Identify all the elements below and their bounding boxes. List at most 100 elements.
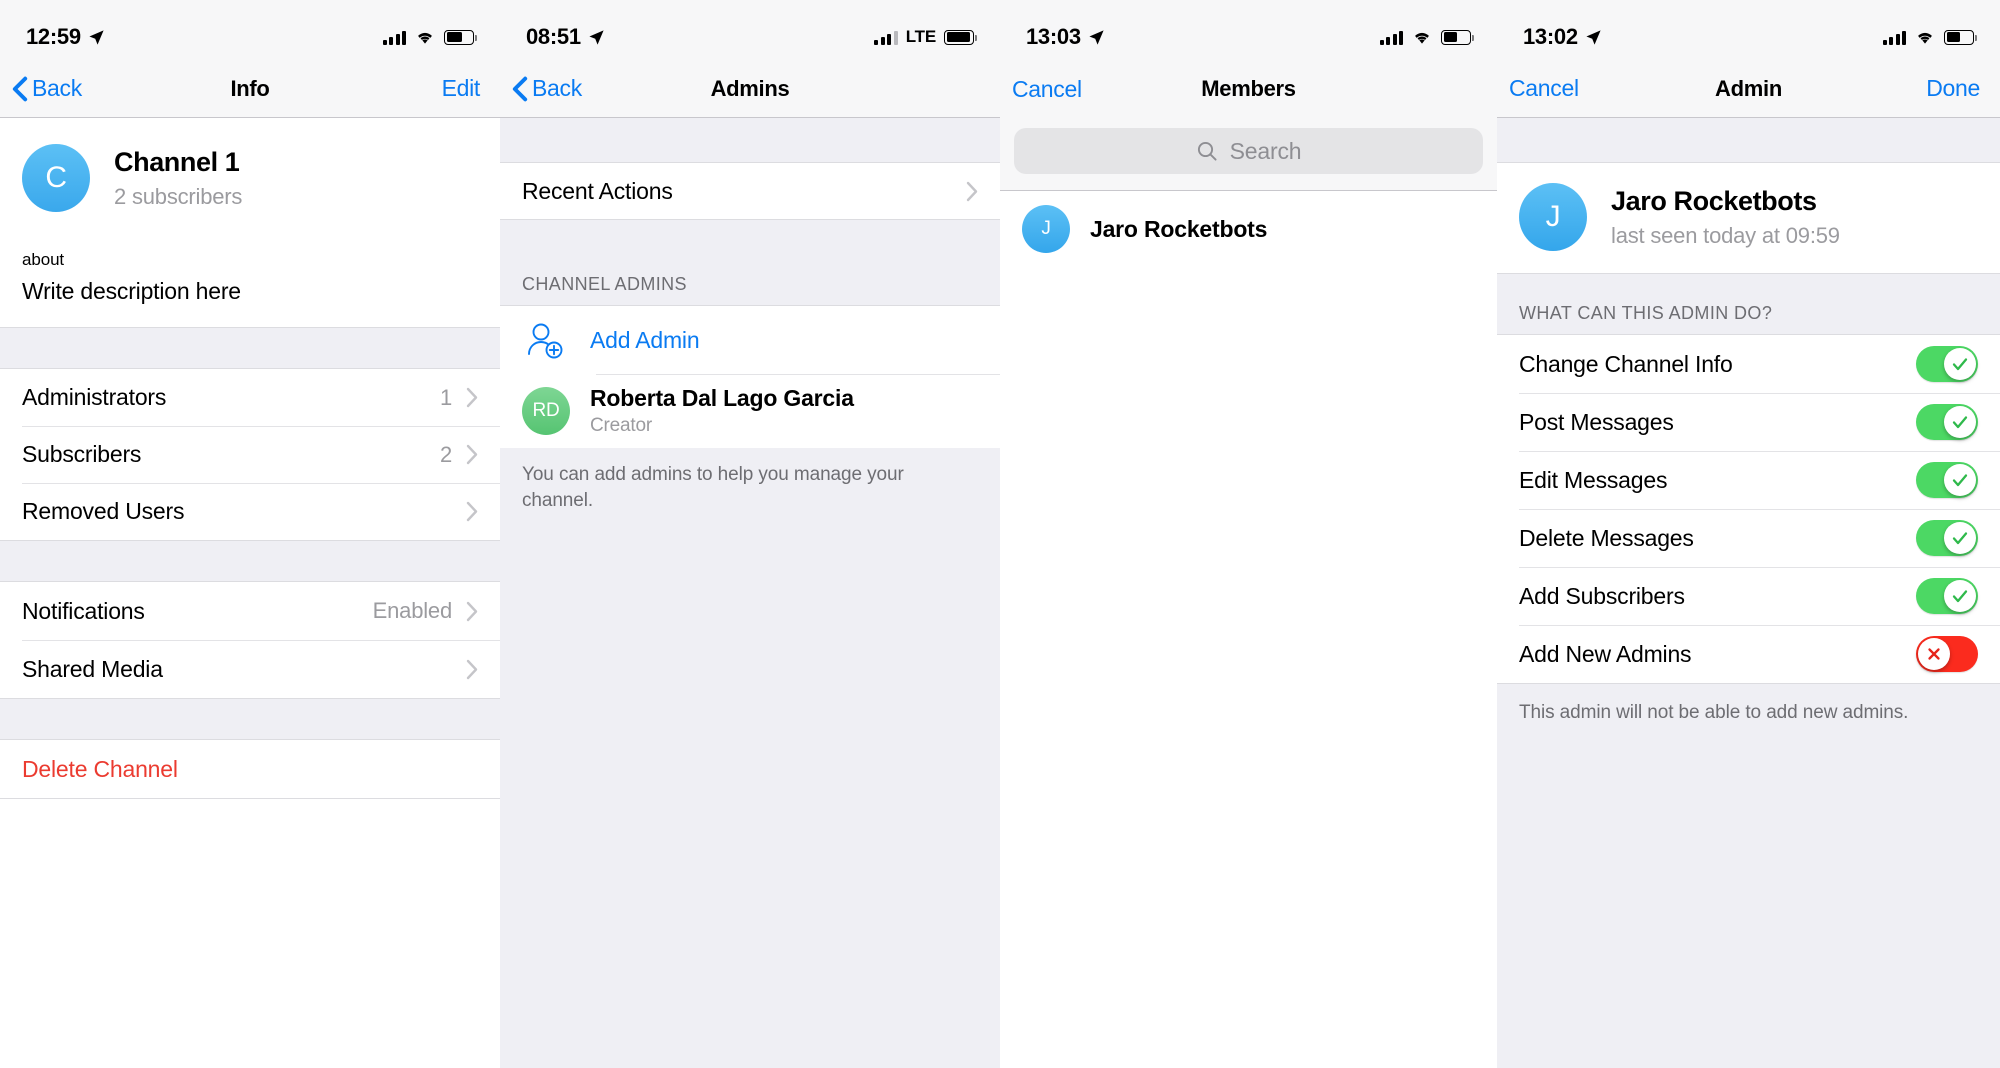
sidebar-item-shared-media[interactable]: Shared Media: [0, 640, 500, 698]
member-name: Jaro Rocketbots: [1090, 215, 1268, 242]
toggle-delete-messages[interactable]: [1916, 520, 1978, 556]
admin-meta: Roberta Dal Lago Garcia Creator: [590, 385, 854, 437]
location-arrow-icon: [89, 29, 104, 45]
location-arrow-icon: [1586, 29, 1601, 45]
wifi-icon: [1415, 32, 1429, 44]
delete-channel-label: Delete Channel: [22, 755, 178, 782]
toggle-knob: [1944, 580, 1976, 612]
admin-list-item[interactable]: RD Roberta Dal Lago Garcia Creator: [500, 374, 1000, 448]
toggle-post-messages[interactable]: [1916, 404, 1978, 440]
cancel-button-label: Cancel: [1509, 75, 1579, 101]
toggle-knob: [1918, 638, 1950, 670]
sidebar-item-administrators[interactable]: Administrators 1: [0, 369, 500, 426]
permission-row-post-messages[interactable]: Post Messages: [1497, 393, 2000, 451]
cancel-button-4[interactable]: Cancel: [1497, 75, 1579, 102]
admins-footnote: You can add admins to help you manage yo…: [500, 448, 1000, 514]
check-icon: [1952, 474, 1968, 487]
recent-actions-group: Recent Actions: [500, 162, 1000, 220]
check-icon: [1952, 590, 1968, 603]
row-accessory: [466, 501, 478, 522]
admin-role: Creator: [590, 415, 652, 436]
panel-members: 13:03 Cancel Members Search J Jaro Rocke…: [1000, 0, 1497, 1068]
about-description: Write description here: [22, 278, 241, 304]
row-accessory: 2: [440, 442, 478, 468]
add-person-icon: [528, 323, 563, 359]
notifications-status: Enabled: [372, 598, 453, 623]
about-label: about: [22, 250, 65, 269]
toggle-knob: [1944, 522, 1976, 554]
add-admin-label: Add Admin: [590, 326, 700, 353]
status-left-1: 12:59: [26, 24, 105, 50]
status-right-4: [1882, 29, 1978, 45]
admin-last-seen: last seen today at 09:59: [1611, 222, 1840, 248]
delete-channel-group: Delete Channel: [0, 739, 500, 799]
back-button-1[interactable]: Back: [0, 75, 82, 102]
channel-profile-text: Channel 1 2 subscribers: [114, 147, 242, 210]
status-right-3: [1379, 29, 1475, 45]
edit-button[interactable]: Edit: [442, 75, 500, 102]
sidebar-item-recent-actions[interactable]: Recent Actions: [500, 163, 1000, 219]
permission-row-delete-messages[interactable]: Delete Messages: [1497, 509, 2000, 567]
permission-row-add-new-admins[interactable]: Add New Admins: [1497, 625, 2000, 683]
nav-bar-3: Cancel Members: [1000, 60, 1497, 118]
section-gap-6: [1497, 118, 2000, 162]
toggle-edit-messages[interactable]: [1916, 462, 1978, 498]
channel-profile-header: C Channel 1 2 subscribers: [0, 118, 500, 242]
row-label: Recent Actions: [522, 177, 673, 204]
nav-bar-1: Back Info Edit: [0, 60, 500, 118]
toggle-change-channel-info[interactable]: [1916, 346, 1978, 382]
permission-label: Add Subscribers: [1519, 582, 1685, 609]
status-time: 08:51: [526, 24, 581, 49]
sidebar-item-notifications[interactable]: Notifications Enabled: [0, 582, 500, 640]
list-item[interactable]: J Jaro Rocketbots: [1000, 191, 1497, 267]
permissions-footnote: This admin will not be able to add new a…: [1497, 684, 2000, 726]
status-right-1: [382, 29, 478, 45]
sidebar-item-removed-users[interactable]: Removed Users: [0, 483, 500, 540]
nav-bar-4: Cancel Admin Done: [1497, 60, 2000, 118]
permissions-group: Change Channel Info Post Messages Edit M…: [1497, 334, 2000, 684]
status-time: 12:59: [26, 24, 81, 49]
done-button[interactable]: Done: [1926, 75, 2000, 102]
search-icon: [1197, 141, 1217, 161]
chevron-right-icon: [466, 444, 478, 465]
status-bar-3: 13:03: [1000, 0, 1497, 60]
sidebar-item-subscribers[interactable]: Subscribers 2: [0, 426, 500, 483]
search-placeholder: Search: [1229, 137, 1302, 164]
toggle-add-new-admins[interactable]: [1916, 636, 1978, 672]
toggle-knob: [1944, 406, 1976, 438]
wifi-icon: [1918, 32, 1932, 44]
toggle-knob: [1944, 464, 1976, 496]
toggle-add-subscribers[interactable]: [1916, 578, 1978, 614]
chevron-right-icon: [466, 501, 478, 522]
search-input[interactable]: Search: [1014, 128, 1483, 174]
status-left-3: 13:03: [1026, 24, 1105, 50]
done-button-label: Done: [1926, 75, 1980, 101]
admin-profile-header[interactable]: J Jaro Rocketbots last seen today at 09:…: [1497, 162, 2000, 273]
permission-row-add-subscribers[interactable]: Add Subscribers: [1497, 567, 2000, 625]
back-button-2[interactable]: Back: [500, 75, 582, 102]
permission-row-edit-messages[interactable]: Edit Messages: [1497, 451, 2000, 509]
chevron-left-icon: [12, 76, 28, 101]
cancel-button-3[interactable]: Cancel: [1000, 76, 1082, 103]
admin-profile-text: Jaro Rocketbots last seen today at 09:59: [1611, 186, 1840, 249]
panel-admins: 08:51 LTE Back Admins Recent Actions CHA…: [500, 0, 1000, 1068]
battery-icon: [1944, 29, 1978, 45]
row-label: Notifications: [22, 597, 145, 624]
delete-channel-button[interactable]: Delete Channel: [0, 740, 500, 798]
about-section[interactable]: about Write description here: [0, 242, 500, 328]
chevron-right-icon: [466, 659, 478, 679]
cancel-button-label: Cancel: [1012, 75, 1082, 102]
add-admin-button[interactable]: Add Admin: [500, 306, 1000, 374]
back-button-label: Back: [532, 75, 582, 101]
back-button-label: Back: [32, 75, 82, 101]
subscribers-count: 2: [439, 441, 452, 467]
avatar: J: [1022, 205, 1070, 253]
avatar: J: [1519, 183, 1587, 251]
channel-subscriber-count: 2 subscribers: [114, 183, 243, 209]
permission-label: Change Channel Info: [1519, 350, 1733, 377]
avatar: C: [22, 144, 90, 212]
cellular-signal-icon: [1379, 30, 1403, 45]
row-label: Administrators: [22, 384, 167, 410]
permission-row-change-channel-info[interactable]: Change Channel Info: [1497, 335, 2000, 393]
section-gap-3: [0, 699, 500, 739]
